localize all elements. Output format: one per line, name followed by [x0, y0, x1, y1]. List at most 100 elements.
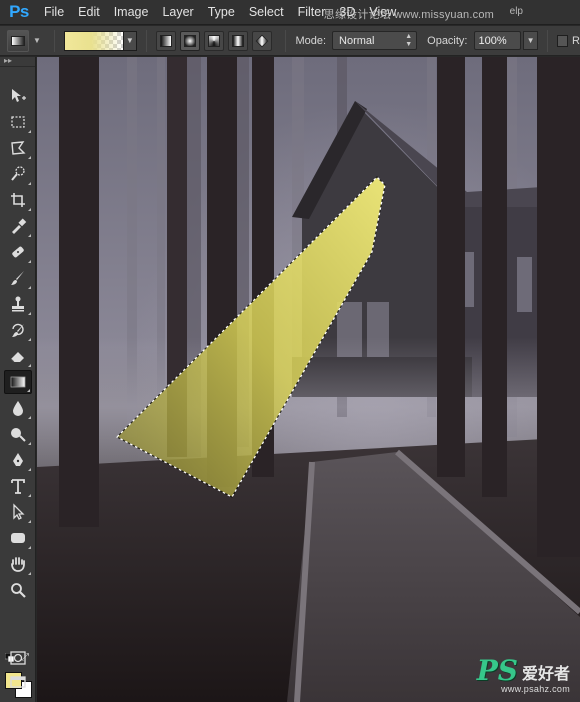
opacity-label: Opacity: — [427, 34, 468, 47]
divider — [53, 29, 55, 52]
watermark-top-text: 思缘设计论坛 www.missyuan.com — [324, 6, 494, 22]
blur-tool[interactable] — [4, 396, 32, 420]
watermark-top-url: www.missyuan.com — [394, 9, 494, 21]
diamond-gradient-button[interactable] — [252, 30, 273, 51]
history-brush-icon — [12, 323, 24, 337]
pen-tool[interactable] — [4, 448, 32, 472]
menu-edit[interactable]: Edit — [78, 5, 100, 19]
subtool-indicator — [28, 416, 31, 419]
subtool-indicator — [28, 546, 31, 549]
radial-gradient-button[interactable] — [179, 30, 201, 51]
reflected-gradient-icon — [232, 34, 245, 47]
brush-tool[interactable] — [4, 266, 32, 290]
watermark-cn-text: 爱好者 — [521, 666, 570, 683]
quick-selection-tool[interactable] — [4, 162, 32, 186]
linear-gradient-button[interactable] — [155, 30, 176, 51]
subtool-indicator — [28, 364, 31, 367]
subtool-indicator — [28, 286, 31, 289]
subtool-indicator — [28, 520, 31, 523]
subtool-indicator — [28, 572, 31, 575]
zoom-tool[interactable] — [4, 578, 32, 602]
quick-mask-button[interactable] — [4, 646, 32, 670]
history-brush-tool[interactable] — [4, 318, 32, 342]
tool-preset-picker[interactable] — [7, 29, 29, 52]
subtool-indicator — [28, 130, 31, 133]
blur-icon — [13, 401, 23, 416]
lasso-tool[interactable] — [4, 136, 32, 160]
eraser-icon — [10, 352, 24, 363]
spot-healing-icon — [12, 246, 24, 258]
lasso-icon — [11, 141, 26, 155]
panel-grip-icon[interactable]: ▸▸ — [0, 57, 35, 67]
subtool-indicator — [27, 389, 30, 392]
hand-tool[interactable] — [4, 552, 32, 576]
linear-gradient-icon — [159, 34, 172, 47]
radial-gradient-icon — [183, 34, 196, 47]
clone-stamp-icon — [12, 296, 24, 312]
move-tool[interactable] — [4, 84, 32, 108]
screen-mode-button[interactable] — [4, 670, 32, 694]
crop-icon — [11, 193, 25, 207]
subtool-indicator — [28, 260, 31, 263]
reflected-gradient-button[interactable] — [228, 30, 249, 51]
subtool-indicator — [28, 338, 31, 341]
menu-filter[interactable]: Filter — [298, 5, 326, 19]
watermark-ps-logo: PS — [476, 654, 518, 687]
document-canvas[interactable]: PS 爱好者 www.psahz.com — [37, 57, 580, 702]
healing-tool[interactable] — [4, 240, 32, 264]
subtool-indicator — [28, 208, 31, 211]
menu-bar: Ps File Edit Image Layer Type Select Fil… — [0, 0, 580, 25]
eyedropper-tool[interactable] — [4, 214, 32, 238]
menu-layer[interactable]: Layer — [162, 5, 193, 19]
gradient-editor-preview[interactable] — [63, 30, 124, 51]
select-arrows-icon: ▲ ▼ — [405, 33, 413, 48]
angle-gradient-button[interactable] — [204, 30, 225, 51]
menu-type[interactable]: Type — [208, 5, 235, 19]
forest-house-photo — [37, 57, 580, 702]
watermark-url: www.psahz.com — [501, 684, 570, 694]
photoshop-window: Ps File Edit Image Layer Type Select Fil… — [0, 0, 580, 702]
opacity-input[interactable]: 100% — [473, 31, 522, 50]
chevron-down-icon[interactable]: ▼ — [33, 36, 41, 45]
type-icon — [11, 479, 25, 494]
clone-stamp-tool[interactable] — [4, 292, 32, 316]
diamond-gradient-icon — [255, 34, 269, 47]
menu-file[interactable]: File — [44, 5, 64, 19]
eraser-tool[interactable] — [4, 344, 32, 368]
crop-tool[interactable] — [4, 188, 32, 212]
subtool-indicator — [28, 156, 31, 159]
hand-icon — [11, 557, 25, 572]
path-selection-icon — [13, 503, 25, 520]
subtool-indicator — [28, 182, 31, 185]
menu-select[interactable]: Select — [249, 5, 284, 19]
path-selection-tool[interactable] — [4, 500, 32, 524]
reverse-label: R — [572, 34, 580, 47]
tools-panel: ▸▸ ⤢ — [0, 57, 36, 702]
watermark-bottom: PS 爱好者 www.psahz.com — [476, 654, 570, 695]
menu-help-partial[interactable]: elp — [510, 6, 523, 17]
screen-mode-icon — [10, 676, 26, 688]
quick-selection-icon — [11, 166, 25, 181]
opacity-slider-dropdown[interactable]: ▼ — [523, 31, 538, 50]
subtool-indicator — [28, 312, 31, 315]
marquee-tool[interactable] — [4, 110, 32, 134]
gradient-tool[interactable] — [4, 370, 32, 394]
gradient-icon — [10, 376, 26, 388]
reverse-checkbox[interactable] — [556, 34, 569, 47]
watermark-row: PS 爱好者 — [476, 654, 570, 687]
brush-icon — [11, 271, 24, 285]
options-bar: ▼ ▼ Mode: Normal ▲ ▼ Opacity: 100% ▼ R — [0, 26, 580, 56]
menu-image[interactable]: Image — [114, 5, 149, 19]
divider — [546, 29, 548, 52]
pen-icon — [13, 453, 23, 466]
dodge-tool[interactable] — [4, 422, 32, 446]
blend-mode-select[interactable]: Normal ▲ ▼ — [332, 31, 418, 50]
type-tool[interactable] — [4, 474, 32, 498]
shape-tool[interactable] — [4, 526, 32, 550]
zoom-icon — [11, 583, 26, 598]
divider — [285, 29, 287, 52]
dodge-icon — [11, 428, 26, 442]
divider — [145, 29, 147, 52]
mode-label: Mode: — [295, 34, 327, 47]
gradient-picker-dropdown[interactable]: ▼ — [123, 30, 137, 51]
